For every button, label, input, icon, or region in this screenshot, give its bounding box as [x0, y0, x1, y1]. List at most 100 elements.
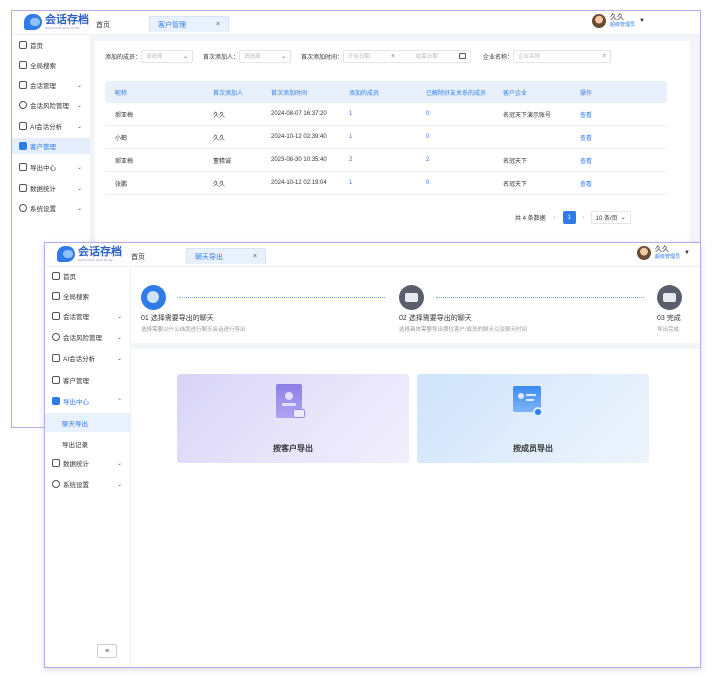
- sidebar-item-customer[interactable]: 客户管理: [45, 372, 130, 388]
- logo: 会话存档 SESSION ARCHIVE: [24, 14, 89, 30]
- sidebar-item-settings[interactable]: 系统设置 ⌄: [45, 476, 130, 492]
- close-tab-icon[interactable]: ×: [216, 21, 220, 28]
- sidebar-item-risk[interactable]: 会话风险管理 ⌄: [45, 329, 130, 345]
- close-tab-icon[interactable]: ×: [253, 253, 257, 260]
- user-menu[interactable]: 久久 超级管理员 ▼: [592, 14, 645, 28]
- tab-label: 聊天导出: [195, 253, 223, 261]
- company-search-input[interactable]: 企业名称 ⌕: [513, 49, 612, 63]
- user-menu[interactable]: 久久 超级管理员 ▼: [637, 246, 690, 260]
- export-steps: 01 选择需要导出的聊天 选择需要以什么纬度进行聊天会话进行导出 02 选择需要…: [131, 267, 700, 343]
- step-desc: 选择需要以什么纬度进行聊天会话进行导出: [141, 327, 246, 333]
- chevron-down-icon: ⌄: [116, 460, 122, 467]
- table-row: 郝亚梅 久久 2024-08-07 16:37:20 1 0 名冠天下演示账号 查看: [105, 103, 667, 126]
- sidebar-item-risk[interactable]: 会话风险管理 ⌄: [12, 97, 90, 113]
- tab-label: 客户管理: [158, 21, 186, 29]
- step-desc: 导出完成: [657, 327, 680, 333]
- chat-bubble-logo-icon: [24, 14, 42, 30]
- tab-home[interactable]: 首页: [96, 20, 110, 30]
- step-chat-icon: [399, 285, 424, 310]
- main-content: 01 选择需要导出的聊天 选择需要以什么纬度进行聊天会话进行导出 02 选择需要…: [131, 267, 700, 667]
- table-row: 小鹤 久久 2024-10-12 02:39:40 10 查看: [105, 126, 667, 149]
- member-filter-label: 添加的成员：: [105, 54, 142, 61]
- shield-icon: [52, 333, 60, 341]
- chevron-down-icon: ⌄: [116, 481, 122, 488]
- sidebar-item-home[interactable]: 首页: [12, 37, 90, 53]
- sidebar-item-customer[interactable]: 客户管理: [12, 138, 90, 154]
- chevron-down-icon: ⌄: [182, 53, 189, 60]
- chart-icon: [52, 459, 60, 467]
- sidebar-item-stats[interactable]: 数据统计 ⌄: [45, 455, 130, 471]
- sidebar-item-export[interactable]: 导出中心 ⌃: [45, 393, 130, 409]
- view-link[interactable]: 查看: [580, 156, 650, 165]
- user-role: 超级管理员: [610, 22, 636, 28]
- search-icon: [52, 292, 60, 300]
- sidebar-item-home[interactable]: 首页: [45, 268, 130, 284]
- prev-page-icon[interactable]: ‹: [554, 215, 556, 221]
- page-1-button[interactable]: 1: [562, 211, 576, 224]
- chevron-down-icon: ⌄: [620, 215, 626, 221]
- caret-down-icon[interactable]: ▼: [639, 18, 645, 24]
- sidebar-item-ai[interactable]: AI会话分析 ⌄: [45, 350, 130, 366]
- customer-document-icon: [276, 384, 307, 422]
- export-by-member-card[interactable]: 按成员导出: [417, 374, 649, 463]
- customer-table: 昵称 首次添加人 首次添加时间 添加的成员 已解除好友关系的成员 客户企业 操作…: [105, 81, 667, 195]
- chevron-down-icon: ⌄: [281, 53, 287, 60]
- sidebar-item-stats[interactable]: 数据统计 ⌄: [12, 180, 90, 196]
- sidebar-item-search[interactable]: 全局搜索: [12, 57, 90, 73]
- caret-down-icon[interactable]: ▼: [684, 250, 690, 256]
- sidebar-item-settings[interactable]: 系统设置 ⌄: [12, 200, 90, 216]
- view-link[interactable]: 查看: [580, 110, 650, 119]
- chevron-up-icon: ⌃: [116, 398, 122, 405]
- tab-customer-management[interactable]: 客户管理 ×: [149, 16, 230, 32]
- sidebar-item-export-records[interactable]: 导出记录: [45, 434, 130, 453]
- export-by-customer-card[interactable]: 按客户导出: [177, 374, 409, 463]
- avatar: [592, 14, 606, 28]
- sidebar-item-session[interactable]: 会话管理 ⌄: [12, 77, 90, 93]
- settings-icon: [19, 204, 27, 212]
- step-3: 03 完成 导出完成: [657, 285, 682, 333]
- chat-icon: [52, 312, 60, 320]
- top-bar: 会话存档 SESSION ARCHIVE 首页 聊天导出 × 久久 超级管理员 …: [45, 243, 700, 267]
- step-title: 02 选择需要导出的聊天: [399, 315, 472, 322]
- sidebar-item-ai[interactable]: AI会话分析 ⌄: [12, 118, 90, 134]
- filter-bar: 添加的成员： 请选择 ⌄ 首次添加人： 请选择 ⌄ 首次添加时间： 开始日期 ≡ 结…: [95, 49, 690, 63]
- tab-home[interactable]: 首页: [131, 252, 145, 262]
- next-page-icon[interactable]: ›: [583, 215, 585, 221]
- customer-icon: [52, 376, 60, 384]
- total-count: 共 4 条数据: [515, 216, 546, 222]
- top-bar: 会话存档 SESSION ARCHIVE 首页 客户管理 × 久久 超级管理员 …: [12, 11, 700, 35]
- search-icon: ⌕: [602, 52, 607, 59]
- date-range-picker[interactable]: 开始日期 ≡ 结束日期: [343, 49, 472, 63]
- collapse-sidebar-button[interactable]: ≡: [97, 644, 117, 658]
- view-link[interactable]: 查看: [580, 179, 650, 188]
- step-desc: 选择具体需要导出哪位客户/成员的聊天以及聊天时间: [399, 327, 528, 333]
- step-1: 01 选择需要导出的聊天 选择需要以什么纬度进行聊天会话进行导出: [141, 285, 246, 333]
- sidebar-item-chat-export[interactable]: 聊天导出: [45, 413, 130, 432]
- chevron-down-icon: ⌄: [116, 355, 122, 362]
- step-title: 01 选择需要导出的聊天: [141, 315, 214, 322]
- table-row: 张鹏 久久 2024-10-12 02:19:04 1 0 名冠天下 查看: [105, 172, 667, 195]
- chat-bubble-logo-icon: [57, 246, 75, 262]
- logo-subtitle: SESSION ARCHIVE: [45, 25, 80, 30]
- logo: 会话存档 SESSION ARCHIVE: [57, 246, 122, 262]
- logo-subtitle: SESSION ARCHIVE: [78, 257, 113, 262]
- ai-icon: [52, 354, 60, 362]
- chevron-down-icon: ⌄: [116, 334, 122, 341]
- export-icon: [52, 397, 60, 405]
- view-link[interactable]: 查看: [580, 133, 650, 142]
- sidebar-item-search[interactable]: 全局搜索: [45, 288, 130, 304]
- page-size-select[interactable]: 10 条/页 ⌄: [590, 211, 631, 224]
- adder-select[interactable]: 请选择 ⌄: [239, 49, 292, 63]
- ai-icon: [19, 122, 27, 130]
- sidebar-item-session[interactable]: 会话管理 ⌄: [45, 308, 130, 324]
- calendar-icon: [459, 53, 467, 59]
- home-icon: [52, 272, 60, 280]
- user-role: 超级管理员: [655, 254, 681, 260]
- member-select[interactable]: 请选择 ⌄: [141, 49, 194, 63]
- sidebar-item-export[interactable]: 导出中心 ⌄: [12, 159, 90, 175]
- tab-chat-export[interactable]: 聊天导出 ×: [186, 248, 267, 264]
- step-complete-icon: [657, 285, 682, 310]
- table-header: 昵称 首次添加人 首次添加时间 添加的成员 已解除好友关系的成员 客户企业 操作: [105, 81, 667, 103]
- chevron-down-icon: ⌄: [76, 185, 82, 192]
- chevron-down-icon: ⌄: [76, 102, 82, 109]
